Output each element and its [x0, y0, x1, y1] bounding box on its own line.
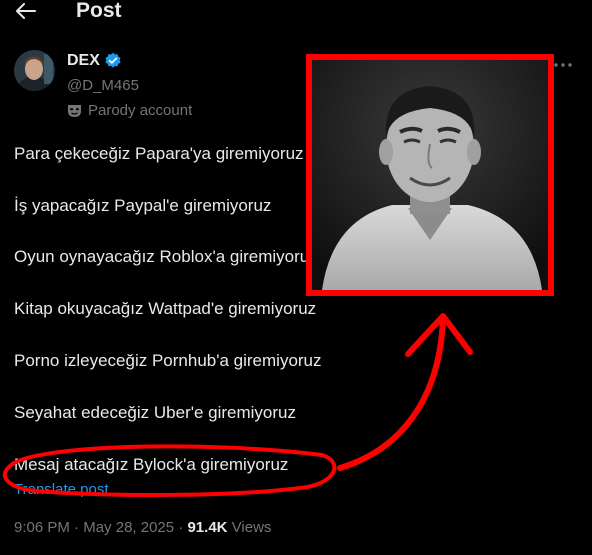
views-count: 91.4K: [187, 519, 228, 536]
post-line: Para çekeceğiz Papara'ya giremiyoruz: [14, 144, 304, 163]
post-line: İş yapacağız Paypal'e giremiyoruz: [14, 196, 272, 215]
post-line: Oyun oynayacağız Roblox'a giremiyoruz: [14, 247, 318, 266]
post-line: Seyahat edeceğiz Uber'e giremiyoruz: [14, 403, 297, 422]
overlay-portrait-photo: [306, 54, 554, 296]
verified-badge-icon: [105, 52, 121, 68]
arrow-left-icon: [16, 3, 36, 19]
author-handle[interactable]: @D_M465: [67, 77, 139, 94]
post-line: Kitap okuyacağız Wattpad'e giremiyoruz: [14, 299, 317, 318]
parody-label: Parody account: [67, 102, 192, 119]
mask-icon: [68, 104, 81, 117]
post-date[interactable]: May 28, 2025: [83, 519, 174, 536]
author-name[interactable]: DEX: [67, 52, 122, 70]
meta-separator: ·: [69, 519, 84, 536]
post-meta: 9:06 PM · May 28, 2025 · 91.4K Views: [14, 519, 271, 536]
translate-post-link[interactable]: Translate post: [14, 481, 109, 498]
post-line: Mesaj atacağız Bylock'a giremiyoruz: [14, 455, 289, 474]
back-button[interactable]: [6, 0, 46, 22]
post-time[interactable]: 9:06 PM: [14, 519, 70, 536]
views-label: Views: [227, 519, 272, 536]
avatar[interactable]: [14, 50, 55, 91]
author-name-label: DEX: [67, 52, 100, 69]
meta-separator: ·: [174, 519, 188, 536]
more-icon: [554, 63, 572, 67]
parody-label-text: Parody account: [88, 102, 193, 119]
page-title: Post: [76, 0, 122, 22]
red-arrow-annotation: [337, 315, 446, 471]
post-line: Porno izleyeceğiz Pornhub'a giremiyoruz: [14, 351, 322, 370]
